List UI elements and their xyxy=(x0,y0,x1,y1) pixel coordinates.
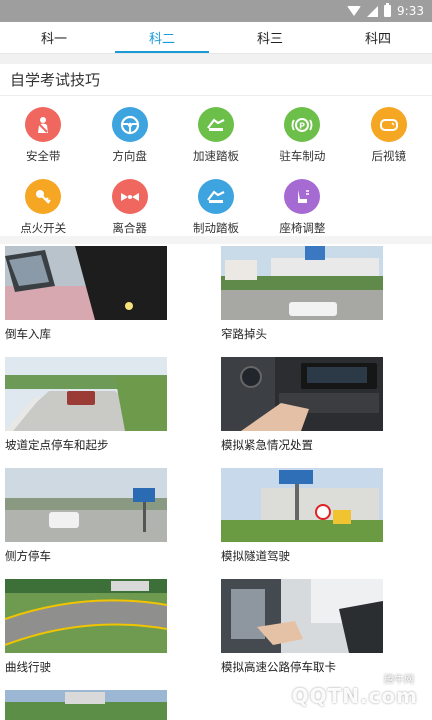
section-title: 自学考试技巧 xyxy=(0,64,432,96)
clutch-icon xyxy=(111,179,148,214)
lesson-title: 曲线行驶 xyxy=(5,660,51,674)
tab-subject-2[interactable]: 科二 xyxy=(108,22,216,53)
lesson-title: 倒车入库 xyxy=(5,327,51,341)
tip-rearview-mirror[interactable]: 后视镜 xyxy=(346,100,432,164)
wifi-icon xyxy=(347,6,362,16)
tip-label: 安全带 xyxy=(25,149,61,163)
subject-tabs: 科一 科二 科三 科四 xyxy=(0,22,432,54)
ignition-key-icon xyxy=(25,179,62,214)
tip-steering-wheel[interactable]: 方向盘 xyxy=(86,100,172,164)
tip-ignition-switch[interactable]: 点火开关 xyxy=(0,172,86,236)
svg-text:P: P xyxy=(299,121,305,130)
tab-subject-3[interactable]: 科三 xyxy=(216,22,324,53)
tip-parking-brake[interactable]: P 驻车制动 xyxy=(259,100,345,164)
tips-icon-grid: 安全带 方向盘 加速踏板 P 驻车制动 后视镜 点火开关 离合器 制动踏板 座椅… xyxy=(0,100,432,236)
lesson-card-reverse-parking[interactable]: 倒车入库 xyxy=(5,246,167,342)
lesson-card-highway-ticket[interactable]: 模拟高速公路停车取卡 xyxy=(221,579,383,675)
lesson-card-curve-driving[interactable]: 曲线行驶 xyxy=(5,579,167,675)
lesson-title: 窄路掉头 xyxy=(221,327,267,341)
lesson-card-emergency-handling[interactable]: 模拟紧急情况处置 xyxy=(221,357,383,453)
lesson-title: 模拟隧道驾驶 xyxy=(221,549,290,563)
status-time: 9:33 xyxy=(397,4,424,18)
section-divider xyxy=(0,236,432,244)
tip-accelerator-pedal[interactable]: 加速踏板 xyxy=(173,100,259,164)
lesson-card-side-parking[interactable]: 侧方停车 xyxy=(5,468,167,564)
lesson-thumbnail xyxy=(5,246,167,320)
tip-brake-pedal[interactable]: 制动踏板 xyxy=(173,172,259,236)
seat-adjust-icon xyxy=(284,179,321,214)
tip-seatbelt[interactable]: 安全带 xyxy=(0,100,86,164)
watermark-brand-text: QQTN.com xyxy=(291,684,418,708)
lesson-thumbnail xyxy=(221,246,383,320)
tip-label: 离合器 xyxy=(112,221,147,235)
tip-label: 驻车制动 xyxy=(279,149,326,163)
tip-label: 制动踏板 xyxy=(192,221,239,235)
cellular-signal-icon xyxy=(367,5,379,17)
lesson-card-narrow-u-turn[interactable]: 窄路掉头 xyxy=(221,246,383,342)
lesson-thumbnail xyxy=(5,357,167,431)
lesson-title: 侧方停车 xyxy=(5,549,51,563)
seatbelt-icon xyxy=(25,107,62,142)
battery-icon xyxy=(384,3,392,17)
lesson-title: 模拟紧急情况处置 xyxy=(221,438,313,452)
lesson-thumbnail xyxy=(221,357,383,431)
lesson-thumbnail xyxy=(221,579,383,653)
tip-label: 后视镜 xyxy=(371,149,407,163)
tip-label: 方向盘 xyxy=(112,149,147,163)
lesson-thumbnail xyxy=(5,690,167,720)
lesson-title: 坡道定点停车和起步 xyxy=(5,438,109,452)
lesson-thumbnail xyxy=(5,579,167,653)
lesson-thumbnail xyxy=(221,468,383,542)
parking-brake-icon: P xyxy=(284,107,321,142)
tip-label: 点火开关 xyxy=(20,221,67,235)
tip-seat-adjust[interactable]: 座椅调整 xyxy=(259,172,345,236)
status-bar: 9:33 xyxy=(0,0,432,22)
steering-wheel-icon xyxy=(111,107,148,142)
tip-label: 加速踏板 xyxy=(192,149,239,163)
tab-subject-1[interactable]: 科一 xyxy=(0,22,108,53)
watermark-logo: 腾牛网 QQTN.com xyxy=(246,672,426,716)
rearview-mirror-icon xyxy=(370,107,407,142)
tip-clutch[interactable]: 离合器 xyxy=(86,172,172,236)
lesson-card-partial[interactable] xyxy=(5,690,167,720)
lesson-thumbnail xyxy=(5,468,167,542)
lesson-card-slope-start[interactable]: 坡道定点停车和起步 xyxy=(5,357,167,453)
tab-subject-4[interactable]: 科四 xyxy=(324,22,432,53)
lesson-card-tunnel-driving[interactable]: 模拟隧道驾驶 xyxy=(221,468,383,564)
accelerator-pedal-icon xyxy=(197,107,234,142)
section-gap xyxy=(0,54,432,64)
brake-pedal-icon xyxy=(197,179,234,214)
tip-label: 座椅调整 xyxy=(279,221,326,235)
